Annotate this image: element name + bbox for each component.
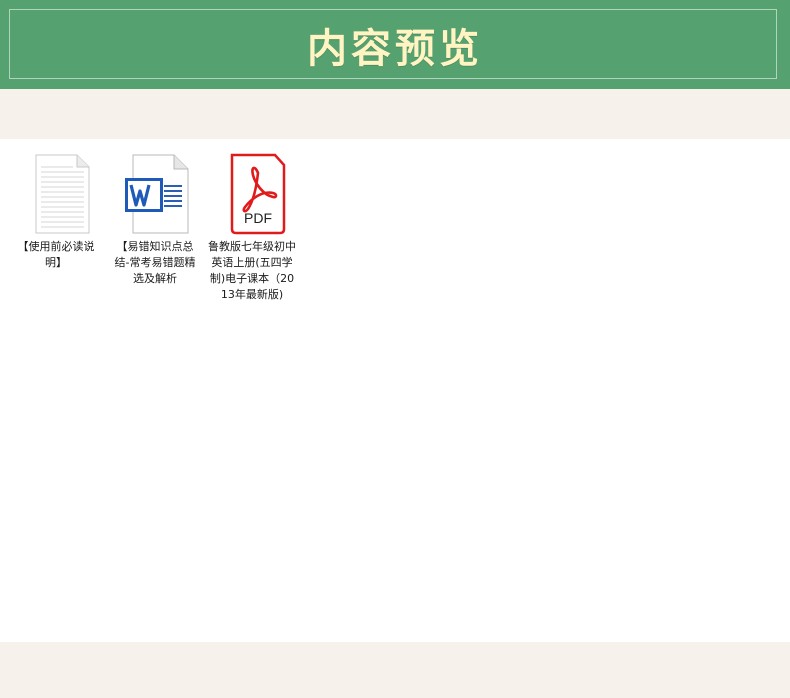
file-name: 鲁教版七年级初中英语上册(五四学制)电子课本（2013年最新版) [208, 240, 296, 301]
file-name: 【使用前必读说明】 [17, 240, 95, 269]
file-item-ebook-pdf[interactable]: PDF 鲁教版七年级初中英语上册(五四学制)电子课本（2013年最新版) [208, 153, 296, 303]
bottom-spacer [0, 642, 790, 698]
page-title: 内容预览 [307, 24, 483, 72]
file-preview-panel: 【使用前必读说明】 【易错知识点总结-常考易错题精选及解析 PDF 鲁教版七年级… [0, 139, 790, 642]
file-item-mistakes-summary[interactable]: 【易错知识点总结-常考易错题精选及解析 [111, 153, 199, 287]
file-name: 【易错知识点总结-常考易错题精选及解析 [114, 240, 196, 285]
preview-header: 内容预览 [0, 0, 790, 89]
text-document-icon [35, 154, 90, 234]
top-spacer [0, 89, 790, 139]
pdf-label: PDF [244, 210, 272, 226]
pdf-document-icon: PDF [230, 153, 286, 235]
file-item-instructions[interactable]: 【使用前必读说明】 [12, 153, 100, 271]
word-document-icon [125, 154, 189, 234]
